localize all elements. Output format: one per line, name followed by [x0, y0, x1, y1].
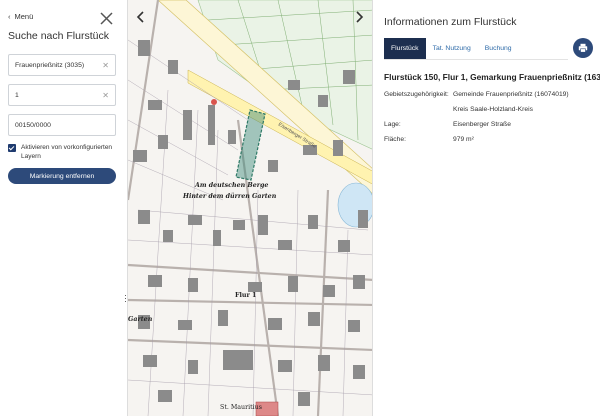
- row-label: Fläche:: [384, 136, 406, 143]
- flurstueck-value: 00150/0000: [15, 121, 51, 129]
- row-label: Gebietszugehörigkeit:: [384, 91, 449, 98]
- map-view[interactable]: Eisenberger Straße Am deutschen Berge Hi…: [127, 0, 373, 416]
- clear-icon[interactable]: ✕: [102, 91, 109, 100]
- collapse-right-button[interactable]: [350, 8, 368, 26]
- info-title: Informationen zum Flurstück: [384, 16, 517, 28]
- row-value: 979 m²: [453, 136, 474, 143]
- search-panel: ‹ Menü Suche nach Flurstück Frauenprießn…: [0, 0, 127, 416]
- checkbox-label: Aktivieren von vorkonfigurierten Layern: [21, 144, 113, 160]
- parcel-heading: Flurstück 150, Flur 1, Gemarkung Frauenp…: [384, 72, 600, 82]
- row-value: Eisenberger Straße: [453, 121, 511, 128]
- info-row: Kreis Saale-Holzland-Kreis: [384, 106, 533, 113]
- printer-icon: [578, 43, 588, 53]
- layer-checkbox-row[interactable]: Aktivieren von vorkonfigurierten Layern: [8, 143, 116, 161]
- row-value: Gemeinde Frauenprießnitz (16074019): [453, 91, 569, 98]
- map-label-st-mauritius: St. Mauritius: [220, 404, 262, 411]
- info-row: Gebietszugehörigkeit: Gemeinde Frauenpri…: [384, 91, 569, 98]
- print-button[interactable]: [573, 38, 593, 58]
- back-menu-link[interactable]: ‹ Menü: [8, 12, 33, 21]
- row-label: [384, 106, 453, 113]
- map-label-am-deutschen-berge: Am deutschen Berge: [195, 182, 269, 189]
- back-label: Menü: [14, 12, 34, 21]
- gemarkung-value: Frauenprießnitz (3035): [15, 61, 85, 69]
- resize-handle-left[interactable]: · · ·: [124, 291, 127, 306]
- remove-marking-button[interactable]: Markierung entfernen: [8, 168, 116, 184]
- tab-buchung[interactable]: Buchung: [478, 38, 519, 59]
- chevron-left-icon: ‹: [8, 12, 11, 21]
- flur-value: 1: [15, 91, 19, 99]
- info-row: Fläche: 979 m²: [384, 136, 474, 143]
- gemarkung-field[interactable]: Frauenprießnitz (3035) ✕: [8, 54, 116, 76]
- chevron-right-icon: [356, 11, 364, 23]
- chevron-left-icon: [136, 11, 144, 23]
- info-row: Lage: Eisenberger Straße: [384, 121, 511, 128]
- tab-flurstueck[interactable]: Flurstück: [384, 38, 426, 59]
- search-title: Suche nach Flurstück: [8, 30, 109, 42]
- collapse-left-button[interactable]: [132, 8, 150, 26]
- map-label-hinter-dem-durren-garten: Hinter dem dürren Garten: [183, 193, 277, 200]
- info-tabs: Flurstück Tat. Nutzung Buchung: [384, 38, 568, 60]
- map-label-garten: Garten: [128, 316, 153, 323]
- info-panel: Informationen zum Flurstück Flurstück Ta…: [374, 0, 600, 416]
- tab-tat-nutzung[interactable]: Tat. Nutzung: [426, 38, 478, 59]
- close-panel-button[interactable]: [99, 11, 114, 26]
- cadastral-map: Eisenberger Straße: [128, 0, 372, 416]
- flur-field[interactable]: 1 ✕: [8, 84, 116, 106]
- row-label: Lage:: [384, 121, 401, 128]
- map-label-flur: Flur 1: [235, 292, 257, 299]
- flurstueck-field[interactable]: 00150/0000: [8, 114, 116, 136]
- row-value: Kreis Saale-Holzland-Kreis: [453, 106, 533, 113]
- checkbox[interactable]: [8, 144, 16, 152]
- close-icon: [100, 12, 113, 25]
- clear-icon[interactable]: ✕: [102, 61, 109, 70]
